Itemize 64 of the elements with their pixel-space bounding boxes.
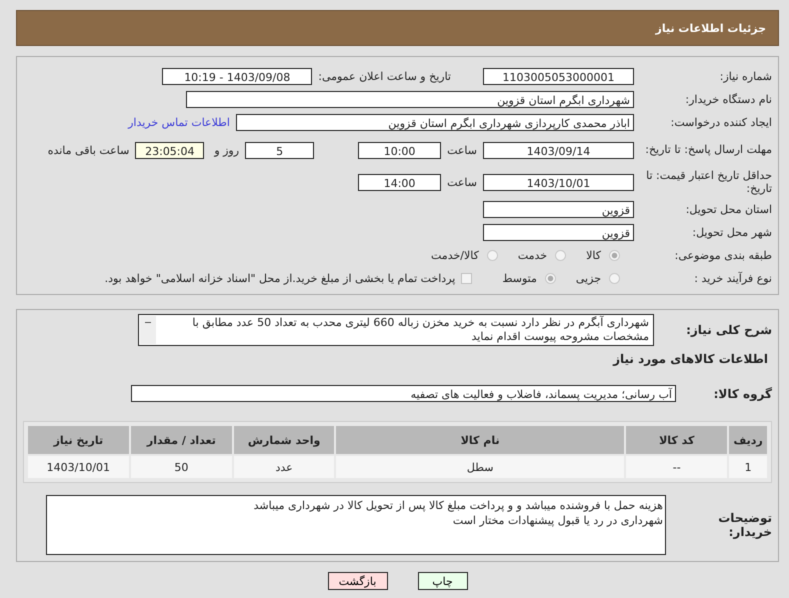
- field-label: توضیحات خریدار:: [717, 511, 772, 539]
- back-button[interactable]: بازگشت: [328, 572, 388, 590]
- radio-label: کالا/خدمت: [431, 249, 479, 262]
- field-label: استان محل تحویل:: [684, 202, 772, 216]
- radio-label: متوسط: [502, 272, 537, 285]
- field-label: طبقه بندی موضوعی:: [674, 248, 772, 262]
- radio-label: جزیی: [576, 272, 601, 285]
- column-header: تعداد / مقدار: [130, 426, 232, 454]
- buyer-org-field: شهرداری ابگرم استان قزوین: [186, 91, 634, 108]
- description-text: شهرداری آبگرم در نظر دارد نسبت به خرید مخزن زباله 660 لیتری محدب به تعداد 50 عدد مطابق با مشخصات مشروحه پیوست اقدام نماید: [191, 316, 649, 344]
- deadline-date-field: 1403/09/14: [483, 142, 634, 158]
- remaining-time-field: 23:05:04: [135, 142, 204, 158]
- province-field: قزوین: [483, 201, 634, 218]
- field-label: نوع فرآیند خرید :: [693, 272, 772, 286]
- column-header: نام کالا: [336, 426, 624, 454]
- buyer-notes-textarea[interactable]: هزینه حمل با فروشنده میباشد و و پرداخت مبلغ کالا پس از تحویل کالا در شهرداری میباشد شهرداری در رد یا قبول پیشنهادات مختار است: [46, 495, 666, 555]
- radio-label: کالا: [586, 249, 601, 262]
- field-label: شهر محل تحویل:: [691, 226, 772, 240]
- radio-button[interactable]: [544, 273, 556, 284]
- section-heading: اطلاعات کالاهای مورد نیاز: [612, 352, 769, 366]
- checkbox-label: پرداخت تمام یا بخشی از مبلغ خرید.از محل "اسناد خزانه اسلامی" خواهد بود.: [104, 272, 456, 285]
- table-cell: --: [626, 456, 728, 478]
- need-number-field: 1103005053000001: [483, 68, 634, 85]
- radio-button[interactable]: [555, 250, 566, 261]
- radio-button[interactable]: [609, 273, 620, 284]
- radio-button[interactable]: [609, 250, 620, 261]
- field-label: مهلت ارسال پاسخ: تا تاریخ:: [644, 143, 772, 157]
- description-textarea[interactable]: شهرداری آبگرم در نظر دارد نسبت به خرید مخزن زباله 660 لیتری محدب به تعداد 50 عدد مطابق با مشخصات مشروحه پیوست اقدام نماید: [138, 314, 654, 346]
- table-cell: عدد: [234, 456, 334, 478]
- field-label: نام دستگاه خریدار:: [684, 92, 772, 106]
- requester-field: اباذر محمدی کارپردازی شهرداری ابگرم استان قزوین: [236, 114, 634, 131]
- contact-link[interactable]: اطلاعات تماس خریدار: [128, 116, 230, 129]
- checkbox[interactable]: [461, 273, 472, 284]
- announcement-field: 1403/09/08 - 10:19: [162, 68, 312, 85]
- goods-group-field: آب رسانی؛ مدیریت پسماند، فاضلاب و فعالیت های تصفیه: [131, 385, 676, 402]
- time-label: ساعت: [447, 176, 477, 188]
- column-header: واحد شمارش: [234, 426, 334, 454]
- time-label: ساعت: [447, 144, 477, 156]
- field-label: گروه کالا:: [712, 386, 772, 400]
- column-header: تاریخ نیاز: [28, 426, 129, 454]
- page-title: جزئیات اطلاعات نیاز: [656, 22, 766, 34]
- validity-time-field: 14:00: [358, 174, 442, 190]
- notes-line: هزینه حمل با فروشنده میباشد و و پرداخت مبلغ کالا پس از تحویل کالا در شهرداری میباشد: [252, 498, 663, 513]
- table-cell: 50: [130, 456, 232, 478]
- table-cell: 1: [729, 456, 767, 478]
- deadline-time-field: 10:00: [358, 142, 442, 158]
- print-button[interactable]: چاپ: [418, 572, 468, 590]
- column-header: کد کالا: [626, 426, 728, 454]
- field-label: شرح کلی نیاز:: [685, 323, 772, 337]
- days-field: 5: [245, 142, 314, 158]
- days-label: روز و: [214, 144, 240, 156]
- radio-label: خدمت: [518, 249, 548, 262]
- field-label: ایجاد کننده درخواست:: [670, 116, 772, 130]
- field-label: حداقل تاریخ اعتبار قیمت: تا تاریخ:: [645, 168, 772, 196]
- validity-date-field: 1403/10/01: [483, 174, 634, 190]
- field-label: شماره نیاز:: [718, 70, 772, 84]
- field-label: تاریخ و ساعت اعلان عمومی:: [318, 70, 451, 83]
- radio-button[interactable]: [486, 250, 498, 261]
- city-field: قزوین: [483, 224, 634, 241]
- table-cell: 1403/10/01: [28, 456, 129, 478]
- notes-line: شهرداری در رد یا قبول پیشنهادات مختار است: [452, 513, 663, 528]
- column-header: ردیف: [729, 426, 767, 454]
- table-cell: سطل: [336, 456, 624, 478]
- remaining-label: ساعت باقی مانده: [48, 144, 130, 156]
